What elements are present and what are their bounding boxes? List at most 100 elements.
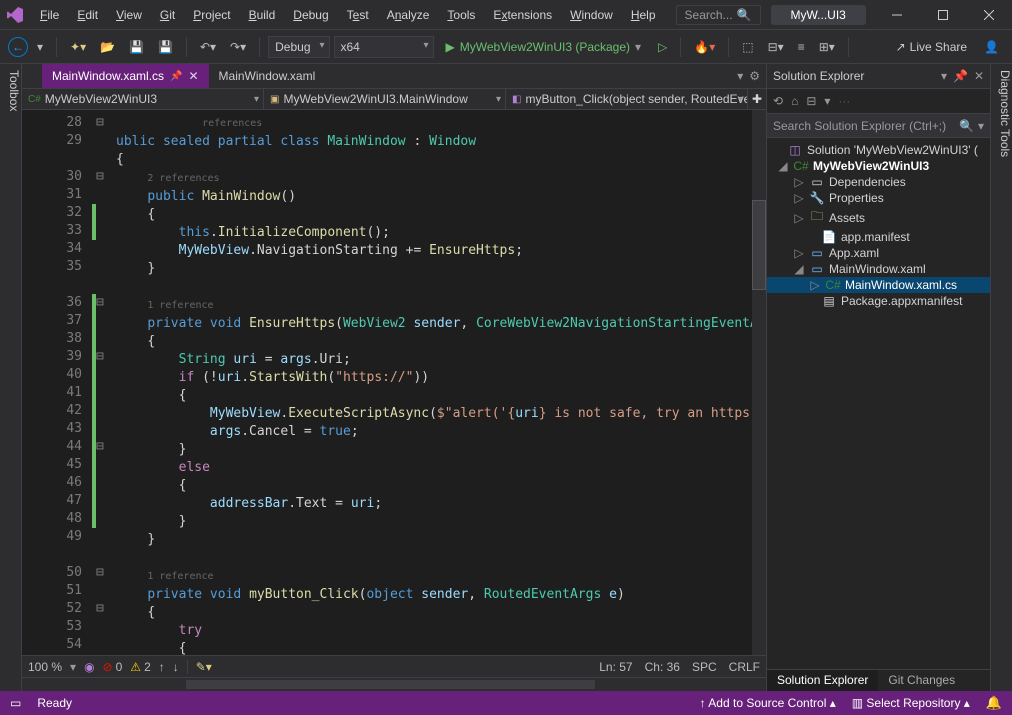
sol-home2-icon[interactable]: ⌂ bbox=[791, 94, 798, 108]
menu-view[interactable]: View bbox=[108, 4, 150, 26]
maximize-button[interactable] bbox=[920, 0, 966, 30]
account-button[interactable]: 👤 bbox=[979, 37, 1004, 57]
solution-search[interactable]: Search Solution Explorer (Ctrl+;) 🔍▾ bbox=[767, 114, 990, 138]
code-lines[interactable]: references ublic sealed partial class Ma… bbox=[112, 110, 752, 655]
solution-node[interactable]: ◫Solution 'MyWebView2WinUI3' ( bbox=[767, 142, 990, 158]
line-indicator[interactable]: Ln: 57 bbox=[599, 660, 632, 674]
open-button[interactable]: 📂 bbox=[95, 37, 120, 57]
editor-status-strip: 100 %▾ ◉ ⊘0 ⚠2 ↑ ↓ ✎▾ Ln: 57 Ch: 36 SPC … bbox=[22, 655, 766, 677]
undo-button[interactable]: ↶▾ bbox=[195, 37, 221, 57]
redo-button[interactable]: ↷▾ bbox=[225, 37, 251, 57]
toolbox-sidebar-tab[interactable]: Toolbox bbox=[0, 64, 22, 691]
menu-file[interactable]: File bbox=[32, 4, 67, 26]
fold-gutter[interactable]: ⊟ ⊟ ⊟ ⊟ ⊟ ⊟ ⊟ bbox=[96, 110, 112, 655]
dependencies-node[interactable]: ▷▭Dependencies bbox=[767, 174, 990, 190]
package-manifest-node[interactable]: ▤Package.appxmanifest bbox=[767, 293, 990, 309]
properties-node[interactable]: ▷🔧Properties bbox=[767, 190, 990, 206]
close-button[interactable] bbox=[966, 0, 1012, 30]
crumb-class[interactable]: ▣MyWebView2WinUI3.MainWindow bbox=[264, 89, 506, 109]
close-icon[interactable]: ✕ bbox=[974, 69, 984, 83]
nav-up-button[interactable]: ↑ bbox=[159, 660, 165, 674]
pencil-icon[interactable]: ✎▾ bbox=[196, 660, 212, 674]
warning-count[interactable]: 2 bbox=[144, 660, 151, 674]
tab-mainwindow-cs[interactable]: MainWindow.xaml.cs 📌 ✕ bbox=[42, 64, 209, 88]
assets-node[interactable]: ▷🗀Assets bbox=[767, 206, 990, 229]
main-toolbar: ← ▾ ✦▾ 📂 💾 💾 ↶▾ ↷▾ Debug x64 ▶MyWebView2… bbox=[0, 30, 1012, 64]
solution-tree[interactable]: ◫Solution 'MyWebView2WinUI3' ( ◢C#MyWebV… bbox=[767, 138, 990, 669]
hot-reload-button[interactable]: 🔥▾ bbox=[689, 37, 720, 57]
hscroll-thumb[interactable] bbox=[186, 680, 595, 689]
save-button[interactable]: 💾 bbox=[124, 37, 149, 57]
horizontal-scrollbar[interactable] bbox=[22, 677, 766, 691]
pin-icon[interactable]: 📌 bbox=[953, 69, 968, 83]
codelens-ref[interactable]: references bbox=[202, 118, 262, 129]
menu-tools[interactable]: Tools bbox=[439, 4, 483, 26]
start-debug-button[interactable]: ▶MyWebView2WinUI3 (Package)▾ bbox=[438, 37, 650, 57]
wrench-icon: 🔧 bbox=[809, 191, 825, 205]
menu-debug[interactable]: Debug bbox=[285, 4, 336, 26]
tb-btn-3[interactable]: ≡ bbox=[793, 37, 810, 57]
start-without-debug-button[interactable]: ▷ bbox=[653, 37, 672, 57]
menu-extensions[interactable]: Extensions bbox=[485, 4, 560, 26]
tb-btn-4[interactable]: ⊞▾ bbox=[814, 37, 840, 57]
vertical-scrollbar[interactable] bbox=[752, 110, 766, 655]
menu-analyze[interactable]: Analyze bbox=[379, 4, 438, 26]
node-label: Properties bbox=[829, 191, 884, 205]
nav-fwd-button[interactable]: ▾ bbox=[32, 37, 48, 57]
lightbulb-icon[interactable]: ◉ bbox=[84, 660, 94, 674]
col-indicator[interactable]: Ch: 36 bbox=[645, 660, 680, 674]
live-share-button[interactable]: ↗Live Share bbox=[896, 40, 967, 54]
save-all-button[interactable]: 💾 bbox=[153, 37, 178, 57]
menu-test[interactable]: Test bbox=[339, 4, 377, 26]
tb-btn-2[interactable]: ⊟▾ bbox=[763, 37, 789, 57]
panel-title: Solution Explorer bbox=[773, 69, 864, 83]
tb-btn-1[interactable]: ⬚ bbox=[737, 37, 758, 57]
output-icon[interactable]: ▭ bbox=[10, 696, 21, 710]
platform-dropdown[interactable]: x64 bbox=[334, 36, 434, 58]
tab-settings-icon[interactable]: ⚙ bbox=[749, 69, 760, 83]
scroll-thumb[interactable] bbox=[752, 200, 766, 290]
menu-build[interactable]: Build bbox=[241, 4, 284, 26]
tab-git-changes[interactable]: Git Changes bbox=[878, 670, 965, 691]
codelens-ref[interactable]: 1 reference bbox=[147, 571, 213, 582]
codelens-ref[interactable]: 2 references bbox=[147, 173, 219, 184]
menu-project[interactable]: Project bbox=[185, 4, 238, 26]
eol-indicator[interactable]: CRLF bbox=[729, 660, 760, 674]
indent-indicator[interactable]: SPC bbox=[692, 660, 717, 674]
menu-edit[interactable]: Edit bbox=[69, 4, 106, 26]
nav-down-button[interactable]: ↓ bbox=[173, 660, 179, 674]
mainwindow-xaml-node[interactable]: ◢▭MainWindow.xaml bbox=[767, 261, 990, 277]
code-editor[interactable]: 2829303132333435363738394041424344454647… bbox=[22, 110, 766, 655]
mainwindow-cs-node[interactable]: ▷C#MainWindow.xaml.cs bbox=[767, 277, 990, 293]
crumb-split-button[interactable]: ✚ bbox=[748, 89, 766, 109]
pin-icon[interactable]: 📌 bbox=[170, 71, 182, 82]
notifications-icon[interactable]: 🔔 bbox=[986, 695, 1002, 711]
tab-mainwindow-xaml[interactable]: MainWindow.xaml bbox=[209, 64, 326, 88]
title-search[interactable]: Search...🔍 bbox=[676, 5, 761, 25]
dropdown-icon[interactable]: ▾ bbox=[941, 69, 947, 83]
solution-explorer-header[interactable]: Solution Explorer ▾ 📌 ✕ bbox=[767, 64, 990, 88]
sol-home-icon[interactable]: ⟲ bbox=[773, 94, 783, 108]
sol-collapse-icon[interactable]: ⊟ bbox=[806, 94, 816, 108]
diagnostic-tools-tab[interactable]: Diagnostic Tools bbox=[990, 64, 1012, 691]
tab-solution-explorer[interactable]: Solution Explorer bbox=[767, 670, 878, 691]
minimize-button[interactable] bbox=[874, 0, 920, 30]
close-icon[interactable]: ✕ bbox=[188, 69, 198, 83]
menu-git[interactable]: Git bbox=[152, 4, 183, 26]
menu-window[interactable]: Window bbox=[562, 4, 621, 26]
config-dropdown[interactable]: Debug bbox=[268, 36, 329, 58]
project-node[interactable]: ◢C#MyWebView2WinUI3 bbox=[767, 158, 990, 174]
nav-back-button[interactable]: ← bbox=[8, 37, 28, 57]
codelens-ref[interactable]: 1 reference bbox=[147, 300, 213, 311]
zoom-level[interactable]: 100 % bbox=[28, 660, 62, 674]
add-source-control-button[interactable]: ↑ Add to Source Control ▴ bbox=[700, 696, 836, 710]
crumb-method[interactable]: ◧myButton_Click(object sender, RoutedEve… bbox=[506, 89, 748, 109]
crumb-project[interactable]: C#MyWebView2WinUI3 bbox=[22, 89, 264, 109]
error-count[interactable]: 0 bbox=[116, 660, 123, 674]
menu-help[interactable]: Help bbox=[623, 4, 664, 26]
tab-overflow-icon[interactable]: ▾ bbox=[737, 69, 743, 83]
select-repo-button[interactable]: ▥ Select Repository ▴ bbox=[852, 696, 970, 710]
new-item-button[interactable]: ✦▾ bbox=[65, 37, 91, 57]
app-manifest-node[interactable]: 📄app.manifest bbox=[767, 229, 990, 245]
app-xaml-node[interactable]: ▷▭App.xaml bbox=[767, 245, 990, 261]
